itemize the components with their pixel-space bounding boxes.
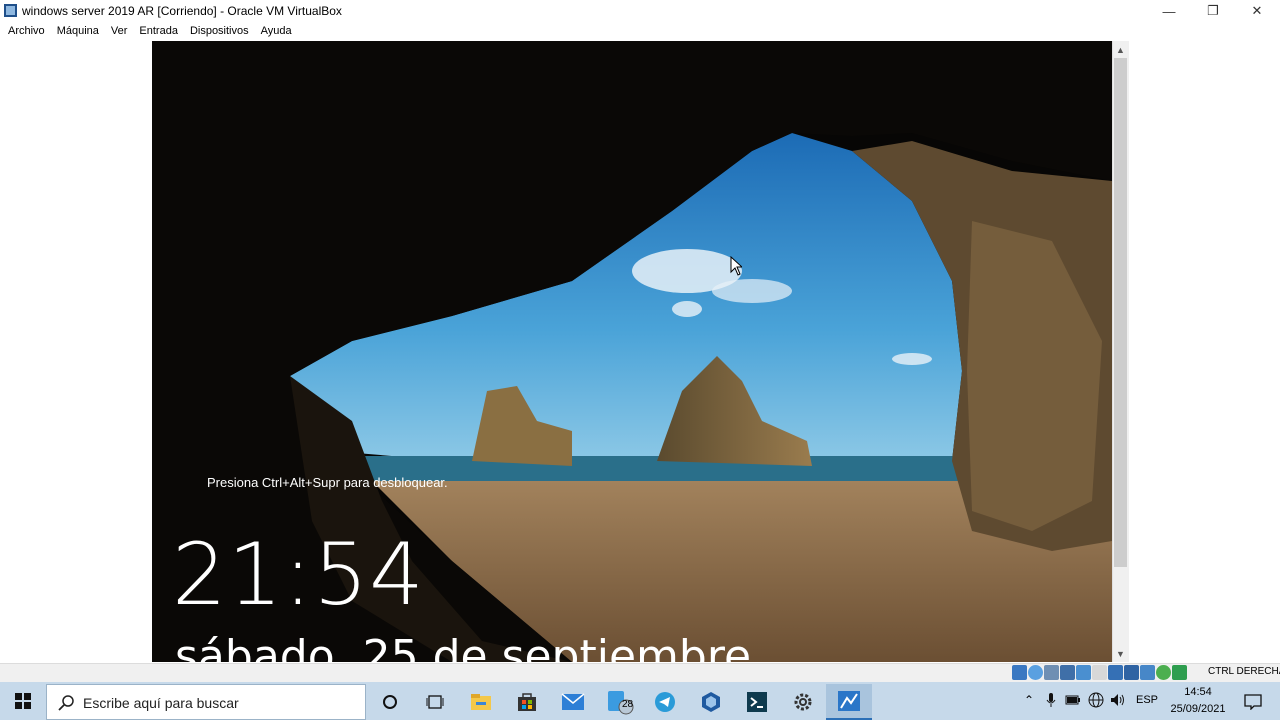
settings-icon [794, 693, 812, 711]
hard-disk-icon[interactable] [1012, 665, 1027, 680]
notification-icon [1244, 694, 1262, 710]
scroll-up-arrow-icon[interactable]: ▲ [1112, 43, 1129, 57]
show-hidden-icons-chevron-icon[interactable]: ⌃ [1020, 690, 1038, 710]
virtualbox-vm-button[interactable] [826, 684, 872, 720]
mail-button[interactable] [550, 684, 596, 720]
search-placeholder: Escribe aquí para buscar [83, 695, 239, 711]
mouse-integration-icon[interactable] [1156, 665, 1171, 680]
virtualbox-vm-icon [838, 691, 860, 711]
volume-icon[interactable] [1109, 690, 1127, 710]
clock-time[interactable]: 14:54 [1172, 686, 1224, 698]
menu-dispositivos[interactable]: Dispositivos [184, 22, 255, 41]
mail-icon [561, 693, 585, 710]
close-button[interactable]: ✕ [1234, 0, 1280, 22]
virtualbox-button[interactable] [688, 684, 734, 720]
minimize-button[interactable]: — [1146, 0, 1192, 22]
network-icon[interactable] [1060, 665, 1075, 680]
menu-ver[interactable]: Ver [105, 22, 134, 41]
file-explorer-button[interactable] [458, 684, 504, 720]
start-button[interactable] [0, 682, 46, 720]
menu-maquina[interactable]: Máquina [51, 22, 105, 41]
virtualbox-icon [702, 692, 720, 712]
keyboard-icon[interactable] [1172, 665, 1187, 680]
lockscreen-hint: Presiona Ctrl+Alt+Supr para desbloquear. [207, 475, 448, 490]
windows-logo-icon [15, 693, 31, 709]
microphone-icon[interactable] [1042, 690, 1060, 710]
settings-button[interactable] [780, 684, 826, 720]
terminal-button[interactable] [734, 684, 780, 720]
mouse-cursor-icon [730, 256, 742, 276]
task-view-button[interactable] [412, 684, 458, 720]
audio-icon[interactable] [1044, 665, 1059, 680]
menu-entrada[interactable]: Entrada [133, 22, 184, 41]
scroll-down-arrow-icon[interactable]: ▼ [1112, 647, 1129, 661]
telegram-icon [655, 692, 675, 712]
scrollbar-thumb[interactable] [1114, 58, 1127, 567]
taskbar-search-box[interactable]: Escribe aquí para buscar [46, 684, 366, 720]
virtualbox-app-icon [4, 4, 17, 17]
battery-icon[interactable] [1064, 690, 1082, 710]
files-badge-count: 28 [622, 699, 634, 710]
window-title: windows server 2019 AR [Corriendo] - Ora… [22, 4, 342, 18]
video-capture-icon[interactable] [1124, 665, 1139, 680]
usb-icon[interactable] [1076, 665, 1091, 680]
telegram-button[interactable] [642, 684, 688, 720]
network-globe-icon[interactable] [1087, 690, 1105, 710]
status-icons [1012, 665, 1187, 681]
store-icon [518, 693, 536, 711]
cpu-icon[interactable] [1140, 665, 1155, 680]
display-icon[interactable] [1108, 665, 1123, 680]
action-center-button[interactable] [1234, 684, 1272, 720]
search-icon [58, 695, 74, 711]
restore-button[interactable]: ❐ [1190, 0, 1236, 22]
files-button[interactable]: 28 [596, 684, 642, 720]
menu-bar: Archivo Máquina Ver Entrada Dispositivos… [0, 22, 1280, 41]
host-key-label: CTRL DERECHA [1208, 666, 1280, 677]
file-explorer-icon [471, 694, 491, 710]
menu-ayuda[interactable]: Ayuda [255, 22, 298, 41]
optical-drive-icon[interactable] [1028, 665, 1043, 680]
clock-date[interactable]: 25/09/2021 [1168, 703, 1228, 715]
shared-folders-icon[interactable] [1092, 665, 1107, 680]
lockscreen-time: 21:54 [172, 525, 425, 625]
cortana-button[interactable] [367, 684, 413, 720]
store-button[interactable] [504, 684, 550, 720]
menu-archivo[interactable]: Archivo [2, 22, 51, 41]
scroll-divider [1112, 41, 1113, 662]
task-view-icon [426, 695, 444, 709]
language-indicator[interactable]: ESP [1136, 694, 1158, 706]
cortana-icon [383, 695, 397, 709]
terminal-icon [747, 692, 767, 712]
